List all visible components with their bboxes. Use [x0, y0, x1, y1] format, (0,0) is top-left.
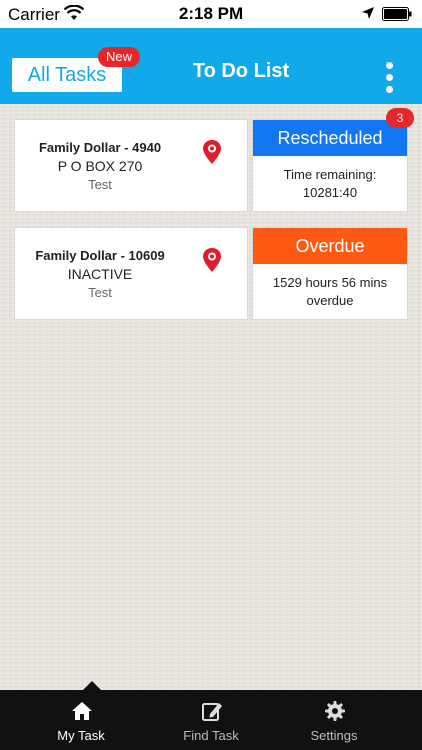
- store-address: P O BOX 270: [57, 158, 143, 174]
- status-card[interactable]: Overdue 1529 hours 56 mins overdue: [252, 227, 408, 320]
- tab-bar: My Task Find Task Settings: [0, 681, 422, 750]
- status-detail: Time remaining: 10281:40: [253, 166, 407, 202]
- tab-find-task[interactable]: Find Task: [141, 690, 281, 750]
- task-note: Test: [88, 177, 112, 192]
- status-card[interactable]: Rescheduled Time remaining: 10281:40: [252, 119, 408, 212]
- task-card[interactable]: Family Dollar - 4940 P O BOX 270 Test: [14, 119, 248, 212]
- tab-my-task[interactable]: My Task: [11, 681, 151, 750]
- store-name: Family Dollar - 4940: [38, 140, 162, 155]
- count-badge: 3: [386, 108, 414, 128]
- status-detail-line: Time remaining:: [283, 167, 377, 182]
- tab-label: Find Task: [183, 728, 239, 743]
- task-card[interactable]: Family Dollar - 10609 INACTIVE Test: [14, 227, 248, 320]
- map-pin-icon[interactable]: [201, 247, 223, 273]
- edit-icon: [202, 703, 222, 721]
- nav-bar: All Tasks New To Do List: [0, 28, 422, 104]
- kebab-menu-icon[interactable]: [383, 62, 395, 96]
- battery-icon: [382, 7, 412, 21]
- gear-icon: [325, 701, 345, 721]
- status-detail: 1529 hours 56 mins overdue: [253, 274, 407, 310]
- tab-label: Settings: [310, 728, 358, 743]
- clock: 2:18 PM: [178, 4, 244, 23]
- tab-settings[interactable]: Settings: [264, 690, 404, 750]
- map-pin-icon[interactable]: [201, 139, 223, 165]
- status-detail-line: 10281:40: [302, 185, 358, 200]
- home-icon: [72, 702, 92, 720]
- page-title: To Do List: [192, 60, 290, 82]
- location-arrow-icon: [362, 7, 374, 19]
- status-label: Rescheduled: [253, 120, 407, 156]
- store-address: INACTIVE: [67, 266, 133, 282]
- tab-label: My Task: [57, 728, 105, 743]
- status-label: Overdue: [253, 228, 407, 264]
- store-name: Family Dollar - 10609: [35, 248, 165, 263]
- task-note: Test: [88, 285, 112, 300]
- active-tab-indicator: [83, 681, 101, 690]
- status-detail-line: overdue: [306, 293, 354, 308]
- status-detail-line: 1529 hours 56 mins: [272, 275, 388, 290]
- status-bar: Carrier 2:18 PM: [0, 0, 422, 28]
